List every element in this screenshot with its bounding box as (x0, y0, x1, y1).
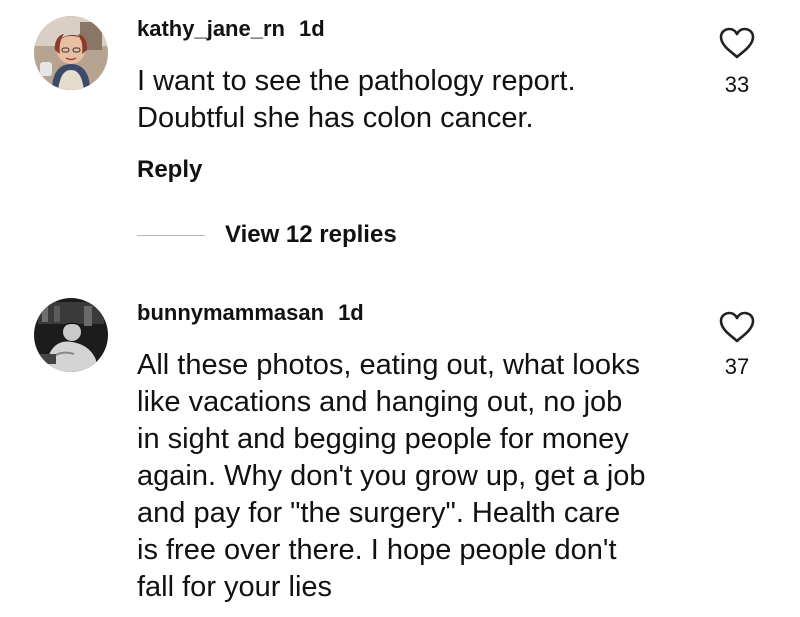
comment-meta: kathy_jane_rn 1d (137, 16, 325, 42)
avatar-photo (34, 16, 108, 90)
comment-time: 1d (298, 16, 325, 41)
comment-item: bunnymammasan 1d All these photos, eating… (0, 280, 800, 617)
like-count: 37 (724, 354, 750, 379)
heart-icon (719, 311, 755, 343)
comment-time: 1d (338, 300, 364, 325)
view-replies-label: View 12 replies (225, 221, 397, 248)
comment-text: I want to see the pathology report. Doub… (137, 65, 576, 134)
heart-outline-icon[interactable] (718, 26, 756, 60)
view-replies-button[interactable]: View 12 replies (137, 220, 397, 250)
like-count: 33 (724, 72, 750, 97)
heart-outline-icon[interactable] (718, 310, 756, 344)
username-link[interactable]: bunnymammasan (137, 300, 324, 325)
comment-text: All these photos, eating out, what looks… (137, 349, 646, 603)
avatar[interactable] (34, 16, 108, 90)
avatar[interactable] (34, 298, 108, 372)
username-link[interactable]: kathy_jane_rn (137, 16, 285, 41)
reply-button[interactable]: Reply (137, 155, 202, 185)
replies-divider-line (137, 234, 205, 236)
comment-item: kathy_jane_rn 1d I want to see the pathol… (0, 0, 800, 270)
heart-icon (719, 27, 755, 59)
comment-meta: bunnymammasan 1d (137, 300, 364, 326)
avatar-photo (34, 298, 108, 372)
